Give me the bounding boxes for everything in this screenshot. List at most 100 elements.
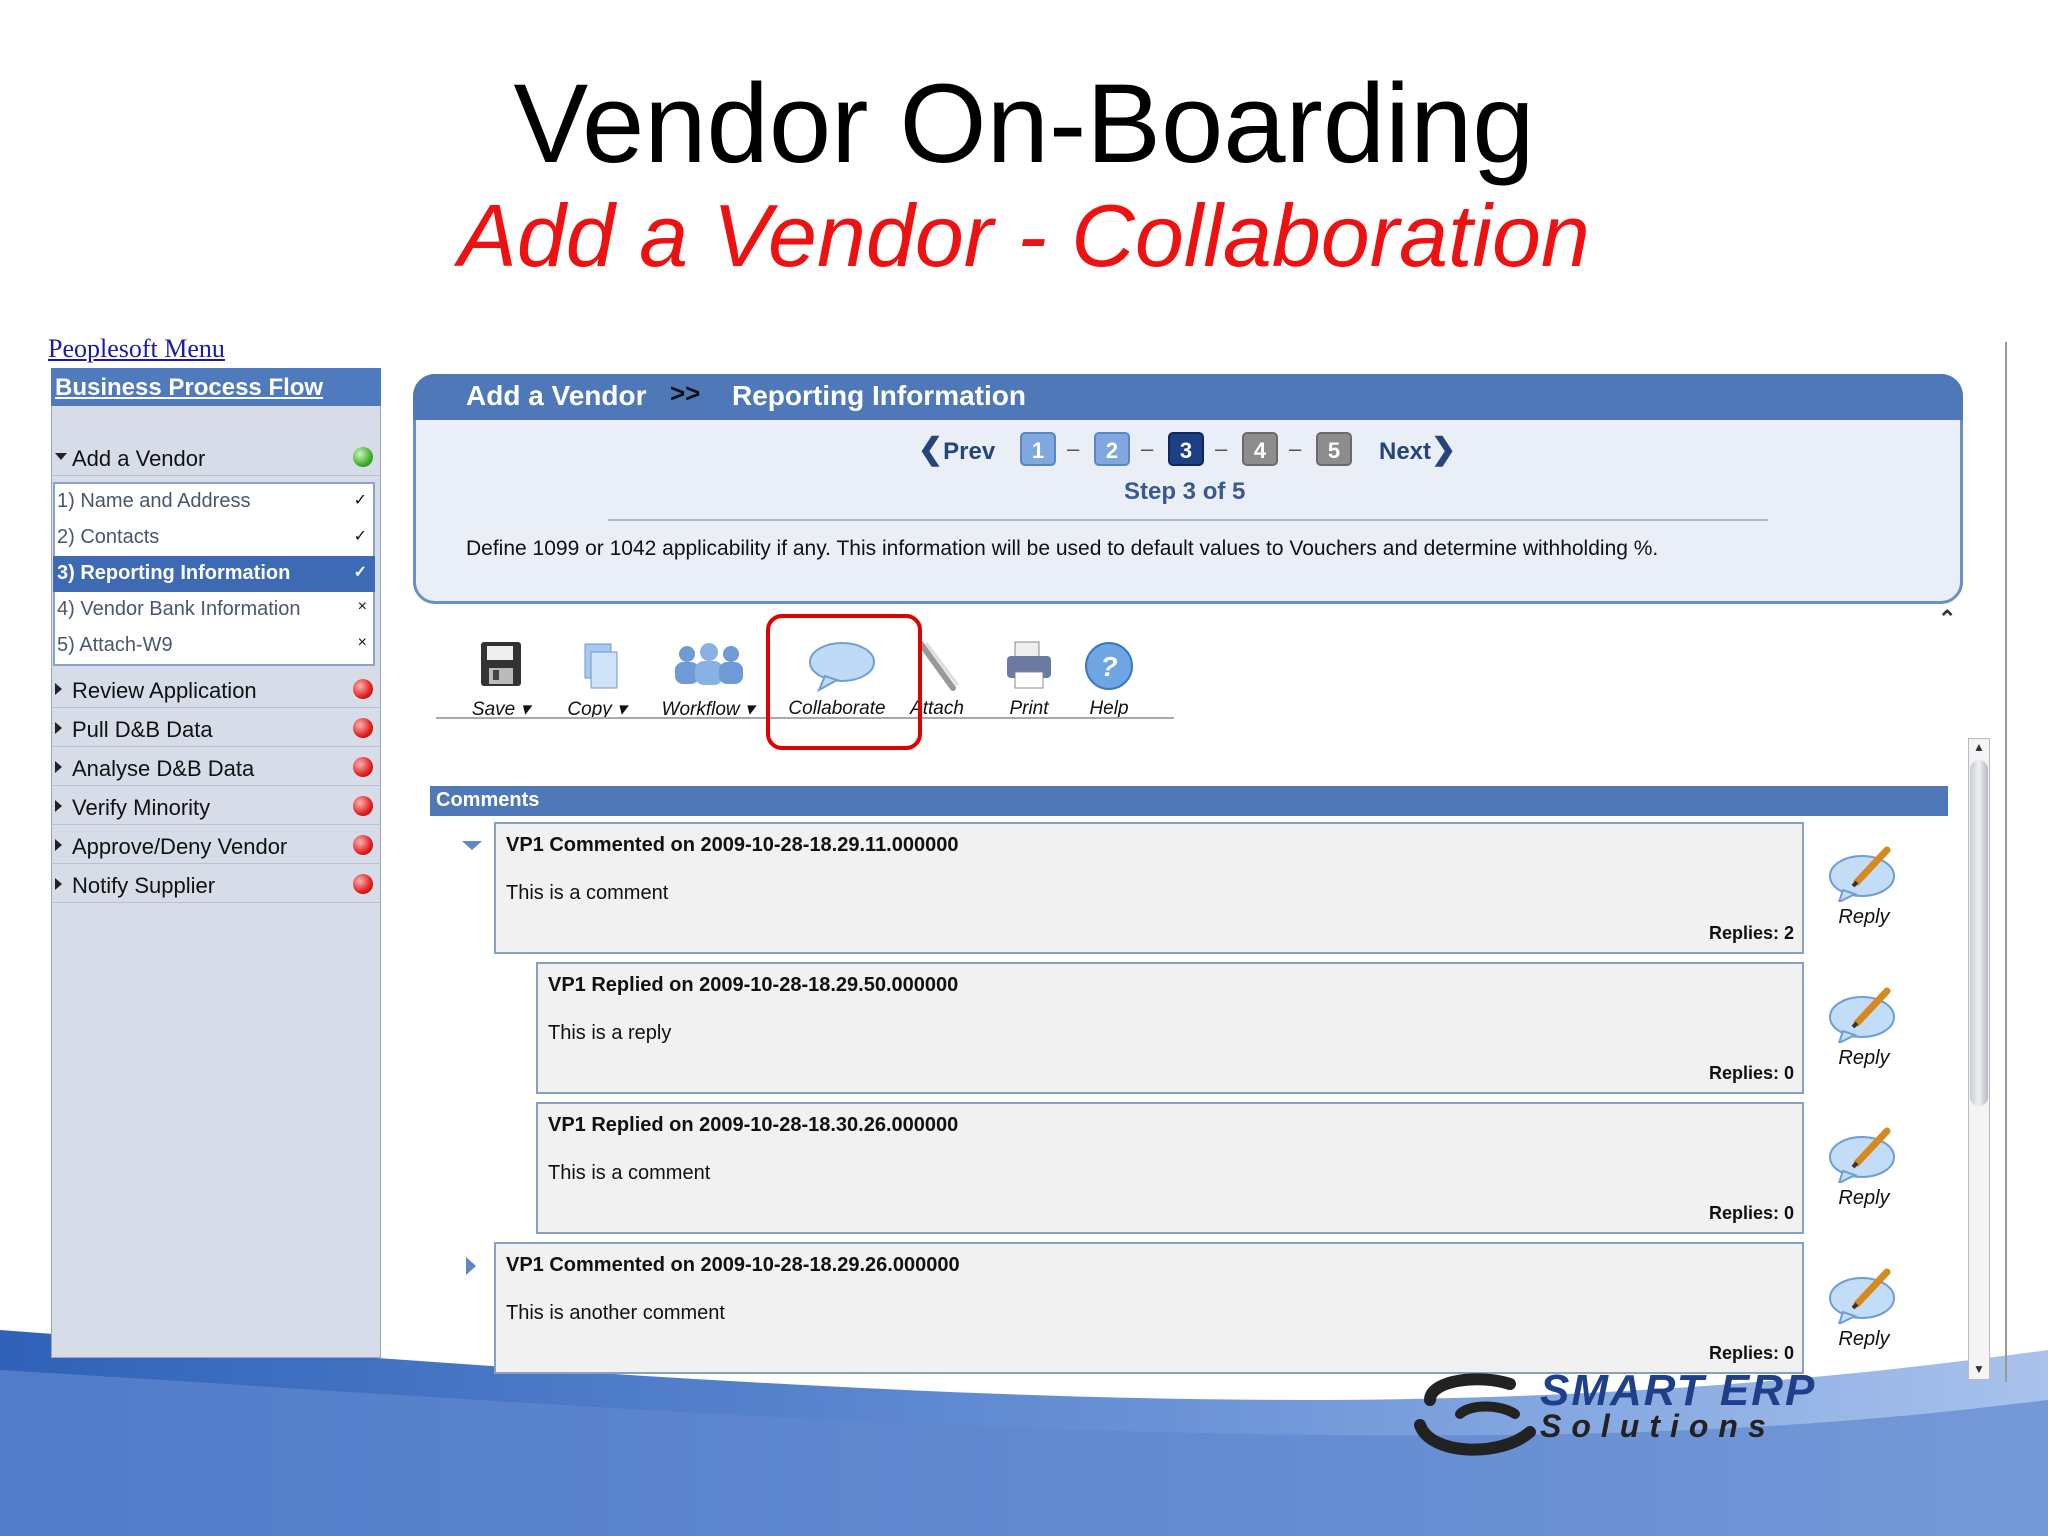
comments-title: Comments [436, 789, 540, 811]
nav-item-label: Review Application [72, 678, 257, 703]
page-description: Define 1099 or 1042 applicability if any… [466, 537, 1659, 560]
status-red-icon [353, 874, 373, 894]
copy-document-icon [567, 640, 627, 692]
x-mark-icon: × [357, 598, 367, 615]
workflow-button[interactable]: Workflow ▾ [652, 640, 764, 721]
comment-body: This is another comment [506, 1302, 725, 1324]
reply-pencil-icon [1829, 844, 1899, 904]
collapsed-triangle-icon [55, 761, 62, 773]
nav-item-add-a-vendor[interactable]: Add a Vendor [51, 438, 381, 476]
replies-count: Replies: 0 [1708, 1203, 1794, 1223]
prev-button[interactable]: ❮Prev [918, 432, 995, 467]
reply-label: Reply [1838, 1187, 1890, 1209]
logo-text-solutions: Solutions [1540, 1408, 1776, 1444]
next-label: Next [1379, 438, 1432, 465]
reply-label: Reply [1838, 1328, 1890, 1350]
slide-title: Vendor On-Boarding [513, 61, 1535, 186]
reply-pencil-icon [1829, 1266, 1899, 1326]
collapsed-triangle-icon [55, 878, 62, 890]
floppy-disk-icon [471, 640, 531, 692]
page-2-button[interactable]: 2 [1094, 432, 1130, 466]
check-icon: ✓ [353, 564, 367, 581]
scroll-up-arrow-icon[interactable]: ▲ [1970, 740, 1988, 756]
next-button[interactable]: Next❯ [1379, 432, 1456, 467]
slide-subtitle: Add a Vendor - Collaboration [458, 186, 1590, 285]
status-red-icon [353, 835, 373, 855]
scroll-down-arrow-icon[interactable]: ▼ [1970, 1362, 1988, 1378]
peoplesoft-menu-link[interactable]: Peoplesoft Menu [48, 334, 225, 364]
status-red-icon [353, 757, 373, 777]
nav-item-verify-minority[interactable]: Verify Minority [51, 787, 381, 825]
status-red-icon [353, 796, 373, 816]
people-group-icon [663, 640, 753, 692]
page-4-button[interactable]: 4 [1242, 432, 1278, 466]
x-mark-icon: × [357, 634, 367, 651]
chevron-right-icon: ❯ [1431, 433, 1457, 466]
comment-card: VP1 Commented on 2009-10-28-18.29.11.000… [494, 822, 1804, 954]
nav-item-notify-supplier[interactable]: Notify Supplier [51, 865, 381, 903]
reply-button[interactable]: Reply [1824, 844, 1904, 929]
step-contacts[interactable]: 2) Contacts ✓ [53, 520, 375, 556]
page-dash: – [1215, 436, 1228, 461]
scrollbar-thumb[interactable] [1970, 760, 1988, 1106]
nav-item-label: Approve/Deny Vendor [72, 834, 288, 859]
prev-label: Prev [943, 438, 996, 465]
step-indicator: Step 3 of 5 [1124, 478, 1246, 505]
comment-header: VP1 Commented on 2009-10-28-18.29.11.000… [506, 834, 959, 856]
step-reporting-information[interactable]: 3) Reporting Information ✓ [53, 556, 375, 592]
help-button[interactable]: ? Help [1074, 640, 1144, 720]
comment-body: This is a reply [548, 1022, 672, 1044]
comment-header: VP1 Replied on 2009-10-28-18.30.26.00000… [548, 1114, 959, 1136]
reply-pencil-icon [1829, 1125, 1899, 1185]
page-3-button[interactable]: 3 [1168, 432, 1204, 466]
reply-button[interactable]: Reply [1824, 1125, 1904, 1210]
save-button[interactable]: Save ▾ [458, 640, 544, 721]
reply-button[interactable]: Reply [1824, 985, 1904, 1070]
collapsed-triangle-icon [55, 800, 62, 812]
expand-thread-icon[interactable] [466, 1257, 476, 1275]
screenshot-border [2005, 342, 2007, 1382]
step-label: 5) Attach-W9 [57, 634, 173, 656]
collapsed-triangle-icon [55, 722, 62, 734]
comment-body: This is a comment [548, 1162, 711, 1184]
comment-header: VP1 Replied on 2009-10-28-18.29.50.00000… [548, 974, 959, 996]
help-question-icon: ? [1079, 640, 1139, 692]
expand-triangle-icon [55, 453, 67, 460]
nav-item-approve-deny-vendor[interactable]: Approve/Deny Vendor [51, 826, 381, 864]
page-5-button[interactable]: 5 [1316, 432, 1352, 466]
comment-body: This is a comment [506, 882, 669, 904]
svg-text:?: ? [1100, 651, 1117, 682]
replies-count: Replies: 2 [1708, 923, 1794, 943]
comment-header: VP1 Commented on 2009-10-28-18.29.26.000… [506, 1254, 960, 1276]
step-label: 2) Contacts [57, 526, 160, 548]
comment-card: VP1 Commented on 2009-10-28-18.29.26.000… [494, 1242, 1804, 1374]
step-label: 4) Vendor Bank Information [57, 598, 301, 620]
nav-item-pull-dnb-data[interactable]: Pull D&B Data [51, 709, 381, 747]
reply-pencil-icon [1829, 985, 1899, 1045]
breadcrumb-separator: >> [670, 378, 701, 408]
reply-button[interactable]: Reply [1824, 1266, 1904, 1351]
step-name-and-address[interactable]: 1) Name and Address ✓ [53, 484, 375, 520]
nav-item-review-application[interactable]: Review Application [51, 670, 381, 708]
nav-item-label: Analyse D&B Data [72, 756, 255, 781]
page-1-button[interactable]: 1 [1020, 432, 1056, 466]
status-green-icon [353, 447, 373, 467]
collapse-thread-icon[interactable] [462, 841, 482, 850]
business-process-flow-header[interactable]: Business Process Flow [51, 368, 381, 406]
nav-item-analyse-dnb-data[interactable]: Analyse D&B Data [51, 748, 381, 786]
page-title: Add a Vendor [466, 380, 647, 411]
step-attach-w9[interactable]: 5) Attach-W9 × [53, 628, 375, 664]
copy-button[interactable]: Copy ▾ [552, 640, 642, 721]
collapse-up-icon[interactable]: ⌃ [1938, 606, 1956, 632]
status-red-icon [353, 679, 373, 699]
step-vendor-bank-information[interactable]: 4) Vendor Bank Information × [53, 592, 375, 628]
reply-card: VP1 Replied on 2009-10-28-18.30.26.00000… [536, 1102, 1804, 1234]
print-button[interactable]: Print [994, 640, 1064, 720]
status-red-icon [353, 718, 373, 738]
replies-count: Replies: 0 [1708, 1063, 1794, 1083]
check-icon: ✓ [353, 528, 367, 545]
reply-label: Reply [1838, 906, 1890, 928]
step-label: 3) Reporting Information [57, 562, 291, 584]
collapsed-triangle-icon [55, 683, 62, 695]
check-icon: ✓ [353, 492, 367, 509]
